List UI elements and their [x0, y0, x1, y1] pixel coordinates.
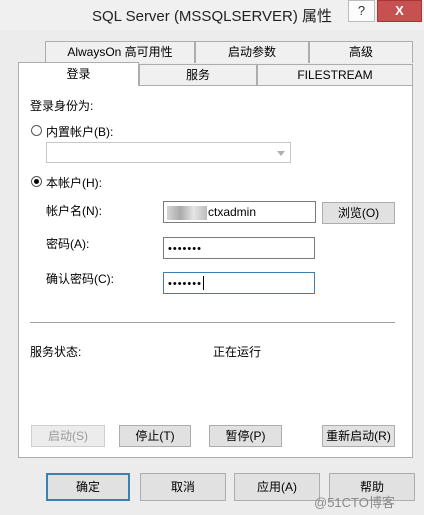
account-name-input[interactable]: ctxadmin [163, 201, 316, 223]
cancel-button[interactable]: 取消 [140, 473, 226, 501]
start-button[interactable]: 启动(S) [31, 425, 105, 447]
password-value: ••••••• [168, 243, 202, 255]
redacted-domain [167, 206, 207, 220]
watermark: @51CTO博客 [314, 495, 395, 510]
help-title-button[interactable]: ? [348, 0, 375, 22]
account-name-label: 帐户名(N): [46, 204, 102, 218]
password-input[interactable]: ••••••• [163, 237, 315, 259]
pause-button[interactable]: 暂停(P) [209, 425, 282, 447]
browse-button[interactable]: 浏览(O) [322, 202, 395, 224]
stop-button[interactable]: 停止(T) [119, 425, 191, 447]
close-icon[interactable]: X [377, 0, 422, 22]
tab-service[interactable]: 服务 [139, 64, 257, 86]
builtin-account-select[interactable] [46, 142, 291, 163]
tab-filestream[interactable]: FILESTREAM [257, 64, 413, 86]
login-as-label: 登录身份为: [30, 99, 94, 113]
builtin-account-radio[interactable] [31, 125, 42, 136]
confirm-password-label: 确认密码(C): [46, 272, 114, 286]
service-status-label: 服务状态: [30, 345, 82, 359]
service-status-value: 正在运行 [213, 345, 262, 359]
this-account-radio[interactable] [31, 176, 42, 187]
apply-button[interactable]: 应用(A) [234, 473, 320, 501]
account-name-value: ctxadmin [208, 205, 257, 219]
confirm-password-input[interactable]: •••••••​ [163, 272, 315, 294]
ok-button[interactable]: 确定 [46, 473, 130, 501]
section-divider [30, 322, 395, 323]
restart-button[interactable]: 重新启动(R) [322, 425, 395, 447]
chevron-down-icon [277, 151, 285, 156]
tab-startup-params[interactable]: 启动参数 [195, 41, 309, 63]
confirm-password-value: ••••••• [168, 278, 202, 290]
tab-login[interactable]: 登录 [18, 62, 139, 86]
password-label: 密码(A): [46, 237, 90, 251]
tab-alwayson[interactable]: AlwaysOn 高可用性 [45, 41, 195, 63]
tab-advanced[interactable]: 高级 [309, 41, 413, 63]
text-cursor: ​ [202, 276, 204, 290]
builtin-account-label: 内置帐户(B): [46, 125, 114, 139]
this-account-label: 本帐户(H): [46, 176, 102, 190]
